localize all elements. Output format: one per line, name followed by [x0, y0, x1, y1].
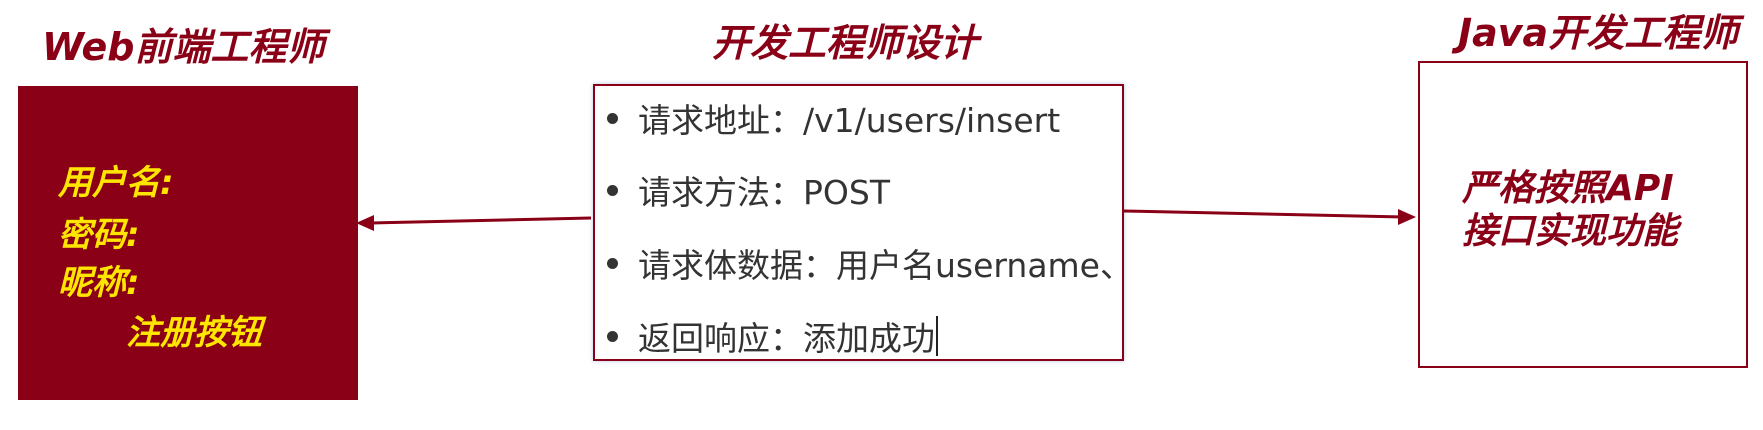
arrow-to-java — [1123, 209, 1416, 225]
connector-arrows — [356, 209, 1416, 231]
arrow-to-frontend — [356, 215, 592, 231]
